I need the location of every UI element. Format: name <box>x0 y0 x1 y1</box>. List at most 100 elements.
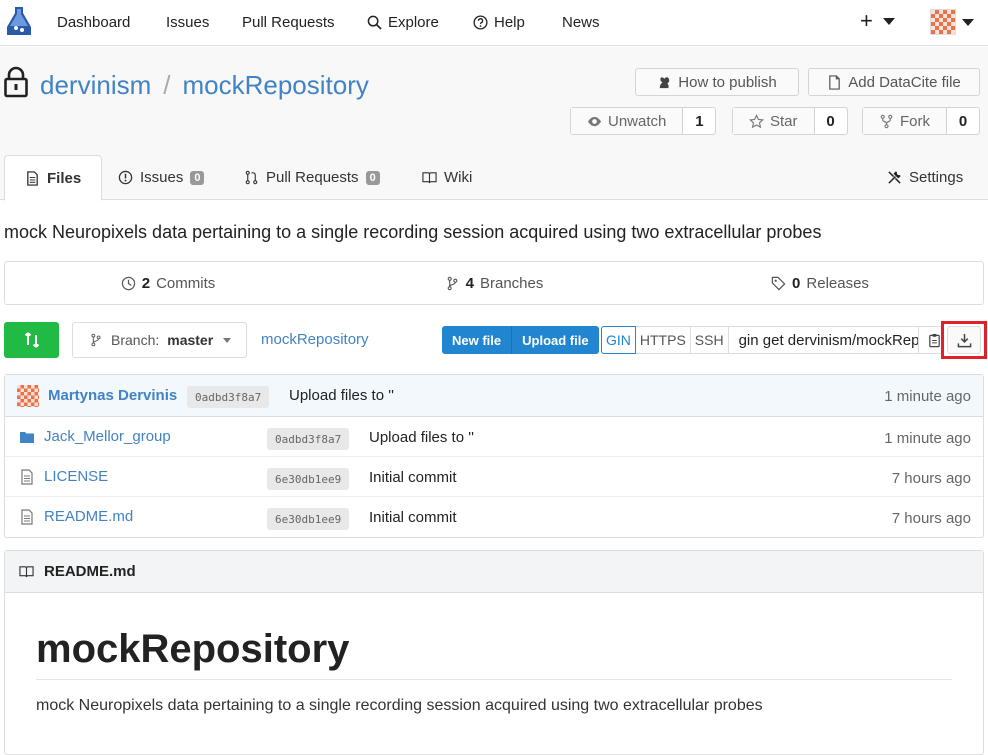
file-name-link[interactable]: LICENSE <box>44 468 108 485</box>
commit-message[interactable]: Upload files to '' <box>289 387 394 404</box>
fork-button-group[interactable]: Fork 0 <box>862 107 980 135</box>
nav-help[interactable]: Help <box>473 12 525 32</box>
file-text-icon <box>21 469 33 485</box>
plus-icon: + <box>860 8 873 33</box>
file-commit-sha[interactable]: 6e30db1ee9 <box>267 508 350 530</box>
commit-age: 1 minute ago <box>884 388 971 405</box>
file-row: Jack_Mellor_group 0adbd3f8a7 Upload file… <box>5 417 983 457</box>
avatar <box>930 9 956 35</box>
star-button-group[interactable]: Star 0 <box>732 107 848 135</box>
watch-button-group[interactable]: Unwatch 1 <box>570 107 717 135</box>
path-breadcrumb[interactable]: mockRepository <box>261 331 369 348</box>
commit-author-link[interactable]: Martynas Dervinis <box>48 387 177 404</box>
file-row: README.md 6e30db1ee9 Initial commit 7 ho… <box>5 497 983 537</box>
stars-count[interactable]: 0 <box>815 108 847 134</box>
tab-settings[interactable]: Settings <box>887 155 963 200</box>
create-menu[interactable]: + <box>860 8 895 33</box>
tab-issues[interactable]: Issues 0 <box>118 155 205 200</box>
star-button[interactable]: Star <box>733 108 815 134</box>
gin-logo-icon[interactable] <box>6 6 32 36</box>
readme-filename: README.md <box>44 563 136 580</box>
branch-selector[interactable]: Branch: master <box>72 322 247 358</box>
branches-count: 4 <box>465 274 474 292</box>
sync-icon <box>24 332 39 348</box>
file-commit-age: 1 minute ago <box>884 430 971 447</box>
upload-file-button[interactable]: Upload file <box>511 326 598 354</box>
nav-pull-requests-label: Pull Requests <box>242 13 335 31</box>
branch-name: master <box>167 332 214 348</box>
search-icon <box>367 15 382 30</box>
nav-issues[interactable]: Issues <box>166 12 209 32</box>
watchers-count[interactable]: 1 <box>683 108 715 134</box>
clone-ssh-button[interactable]: SSH <box>691 327 729 353</box>
nav-pull-requests[interactable]: Pull Requests <box>242 12 335 32</box>
tab-issues-label: Issues <box>140 169 184 186</box>
add-datacite-button[interactable]: Add DataCite file <box>808 68 980 96</box>
forks-count[interactable]: 0 <box>947 108 979 134</box>
branches-label: Branches <box>479 274 544 292</box>
user-menu[interactable] <box>930 9 974 35</box>
repo-description: mock Neuropixels data pertaining to a si… <box>4 222 822 242</box>
file-commit-age: 7 hours ago <box>891 510 971 527</box>
tag-icon <box>771 276 786 290</box>
file-commit-age: 7 hours ago <box>891 470 971 487</box>
repo-tabs: Files Issues 0 Pull Requests 0 Wiki Sett… <box>0 155 988 201</box>
repo-owner-link[interactable]: dervinism <box>40 70 151 101</box>
repo-name-link[interactable]: mockRepository <box>182 70 368 101</box>
chevron-down-icon <box>223 337 232 343</box>
issue-icon <box>118 170 133 185</box>
fork-icon <box>880 114 893 128</box>
nav-news[interactable]: News <box>562 12 600 32</box>
author-avatar[interactable] <box>17 385 39 407</box>
fork-button[interactable]: Fork <box>863 108 947 134</box>
repo-title-separator: / <box>163 70 171 100</box>
readme-divider <box>36 679 952 680</box>
compare-button[interactable] <box>4 322 59 358</box>
releases-stat[interactable]: 0 Releases <box>657 262 983 304</box>
branches-stat[interactable]: 4 Branches <box>331 262 657 304</box>
star-label: Star <box>770 112 798 130</box>
nav-explore[interactable]: Explore <box>367 12 439 32</box>
tab-pull-requests[interactable]: Pull Requests 0 <box>244 155 380 200</box>
how-to-publish-button[interactable]: How to publish <box>635 68 799 96</box>
file-name-link[interactable]: Jack_Mellor_group <box>44 428 171 445</box>
nav-issues-label: Issues <box>166 13 210 31</box>
top-navbar: Dashboard Issues Pull Requests Explore H… <box>0 0 988 46</box>
readme-body: mock Neuropixels data pertaining to a si… <box>36 697 763 714</box>
repo-stats-bar: 2 Commits 4 Branches 0 Releases <box>4 261 984 305</box>
clone-gin-button[interactable]: GIN <box>601 326 636 354</box>
file-text-icon <box>21 509 33 525</box>
file-commit-message[interactable]: Initial commit <box>369 469 457 486</box>
chevron-down-icon <box>962 18 974 26</box>
file-commit-message[interactable]: Initial commit <box>369 509 457 526</box>
commits-label: Commits <box>156 274 216 292</box>
commit-sha-link[interactable]: 0adbd3f8a7 <box>187 386 270 408</box>
tab-files[interactable]: Files <box>4 155 103 201</box>
repo-header: dervinism / mockRepository How to publis… <box>0 47 988 201</box>
tab-wiki[interactable]: Wiki <box>422 155 472 200</box>
file-commit-sha[interactable]: 0adbd3f8a7 <box>267 428 350 450</box>
pull-request-icon <box>245 170 258 185</box>
eye-icon <box>587 116 602 126</box>
clone-https-button[interactable]: HTTPS <box>636 327 691 353</box>
latest-commit-row: Martynas Dervinis 0adbd3f8a7 Upload file… <box>5 375 983 417</box>
nav-dashboard[interactable]: Dashboard <box>57 12 130 32</box>
file-list: Martynas Dervinis 0adbd3f8a7 Upload file… <box>4 374 984 538</box>
nav-news-label: News <box>562 13 600 31</box>
new-file-button[interactable]: New file <box>442 326 511 354</box>
clipboard-icon <box>929 333 940 347</box>
folder-icon <box>20 432 34 443</box>
unwatch-button[interactable]: Unwatch <box>571 108 684 134</box>
clone-url-input[interactable]: gin get dervinism/mockRepository <box>729 327 919 353</box>
fork-label: Fork <box>900 112 930 130</box>
file-commit-sha[interactable]: 6e30db1ee9 <box>267 468 350 490</box>
commits-count: 2 <box>141 274 151 292</box>
download-archive-inner[interactable] <box>947 326 981 354</box>
how-to-publish-label: How to publish <box>678 73 777 91</box>
file-commit-message[interactable]: Upload files to '' <box>369 429 474 446</box>
file-name-link[interactable]: README.md <box>44 508 133 525</box>
download-archive-button[interactable] <box>941 321 987 359</box>
file-row: LICENSE 6e30db1ee9 Initial commit 7 hour… <box>5 457 983 497</box>
readme-panel: README.md mockRepository mock Neuropixel… <box>4 550 984 755</box>
commits-stat[interactable]: 2 Commits <box>5 262 331 304</box>
